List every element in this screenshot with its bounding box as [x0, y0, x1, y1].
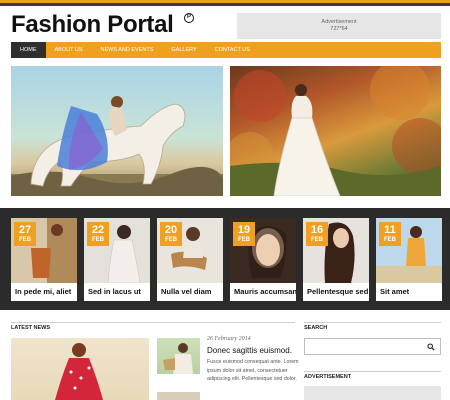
search-heading: SEARCH: [304, 325, 328, 331]
date-day: 19: [237, 224, 251, 236]
date-day: 22: [91, 224, 105, 236]
date-day: 27: [18, 224, 32, 236]
date-month: FEB: [165, 237, 177, 243]
date-badge: 22 FEB: [87, 222, 109, 246]
featured-card-title[interactable]: Nulla vel diam: [161, 287, 223, 296]
date-badge: 20 FEB: [160, 222, 182, 246]
logo-registered-icon: P: [184, 13, 194, 23]
featured-card-title[interactable]: Sed in lacus ut: [88, 287, 150, 296]
post-title[interactable]: Donec sagittis euismod.: [207, 346, 292, 355]
nav-item-about-us[interactable]: ABOUT US: [46, 42, 92, 58]
advertisement-divider: [304, 371, 441, 372]
post-date: 26 February 2014: [207, 336, 251, 342]
date-month: FEB: [311, 237, 323, 243]
search-divider: [304, 322, 441, 323]
nav-item-news-and-events[interactable]: NEWS AND EVENTS: [92, 42, 163, 58]
latest-news-thumbnail[interactable]: [157, 338, 200, 374]
latest-news-thumbnail[interactable]: [157, 392, 200, 400]
featured-card-title[interactable]: Pellentesque sed: [307, 287, 369, 296]
featured-card-title[interactable]: Mauris accumsan: [234, 287, 296, 296]
advertisement-heading: ADVERTISEMENT: [304, 374, 352, 380]
date-day: 16: [310, 224, 324, 236]
featured-card-title[interactable]: Sit amet: [380, 287, 442, 296]
hero-horse-illustration: [11, 96, 223, 196]
date-day: 11: [384, 224, 396, 236]
nav-item-home[interactable]: HOME: [11, 42, 46, 58]
date-month: FEB: [19, 237, 31, 243]
main-navigation: HOME ABOUT US NEWS AND EVENTS GALLERY CO…: [11, 42, 441, 58]
date-badge: 16 FEB: [306, 222, 328, 246]
latest-news-divider: [11, 322, 295, 323]
top-accent-bar: [0, 0, 450, 6]
date-badge: 19 FEB: [233, 222, 255, 246]
date-badge: 11 FEB: [379, 222, 401, 246]
search-icon[interactable]: [427, 343, 435, 351]
hero-forest-illustration: [230, 66, 441, 196]
latest-news-main-image[interactable]: [11, 338, 149, 400]
nav-item-contact-us[interactable]: CONTACT US: [206, 42, 259, 58]
featured-card[interactable]: 16 FEB Pellentesque sed: [303, 218, 369, 301]
date-month: FEB: [238, 237, 250, 243]
sidebar-advertisement[interactable]: [304, 386, 441, 400]
featured-card[interactable]: 19 FEB Mauris accumsan: [230, 218, 296, 301]
featured-card-title[interactable]: In pede mi, aliet: [15, 287, 77, 296]
post-excerpt: Fusce euismod consequat ante. Lorem ipsu…: [207, 359, 299, 383]
hero-image-forest-dress[interactable]: [230, 66, 441, 196]
nav-item-gallery[interactable]: GALLERY: [162, 42, 205, 58]
site-logo[interactable]: Fashion Portal: [11, 11, 174, 39]
date-day: 20: [164, 224, 178, 236]
date-badge: 27 FEB: [14, 222, 36, 246]
featured-card[interactable]: 11 FEB Sit amet: [376, 218, 442, 301]
featured-card[interactable]: 27 FEB In pede mi, aliet: [11, 218, 77, 301]
date-month: FEB: [384, 237, 396, 243]
hero-image-horse[interactable]: [11, 66, 223, 196]
latest-news-heading: LATEST NEWS: [11, 325, 51, 331]
ad-label: Advertisement: [321, 19, 357, 25]
featured-card[interactable]: 22 FEB Sed in lacus ut: [84, 218, 150, 301]
header-advertisement[interactable]: Advertisement 727*64: [237, 13, 441, 39]
ad-size: 727*64: [330, 26, 348, 32]
date-month: FEB: [92, 237, 104, 243]
featured-card[interactable]: 20 FEB Nulla vel diam: [157, 218, 223, 301]
search-input[interactable]: [304, 338, 441, 355]
